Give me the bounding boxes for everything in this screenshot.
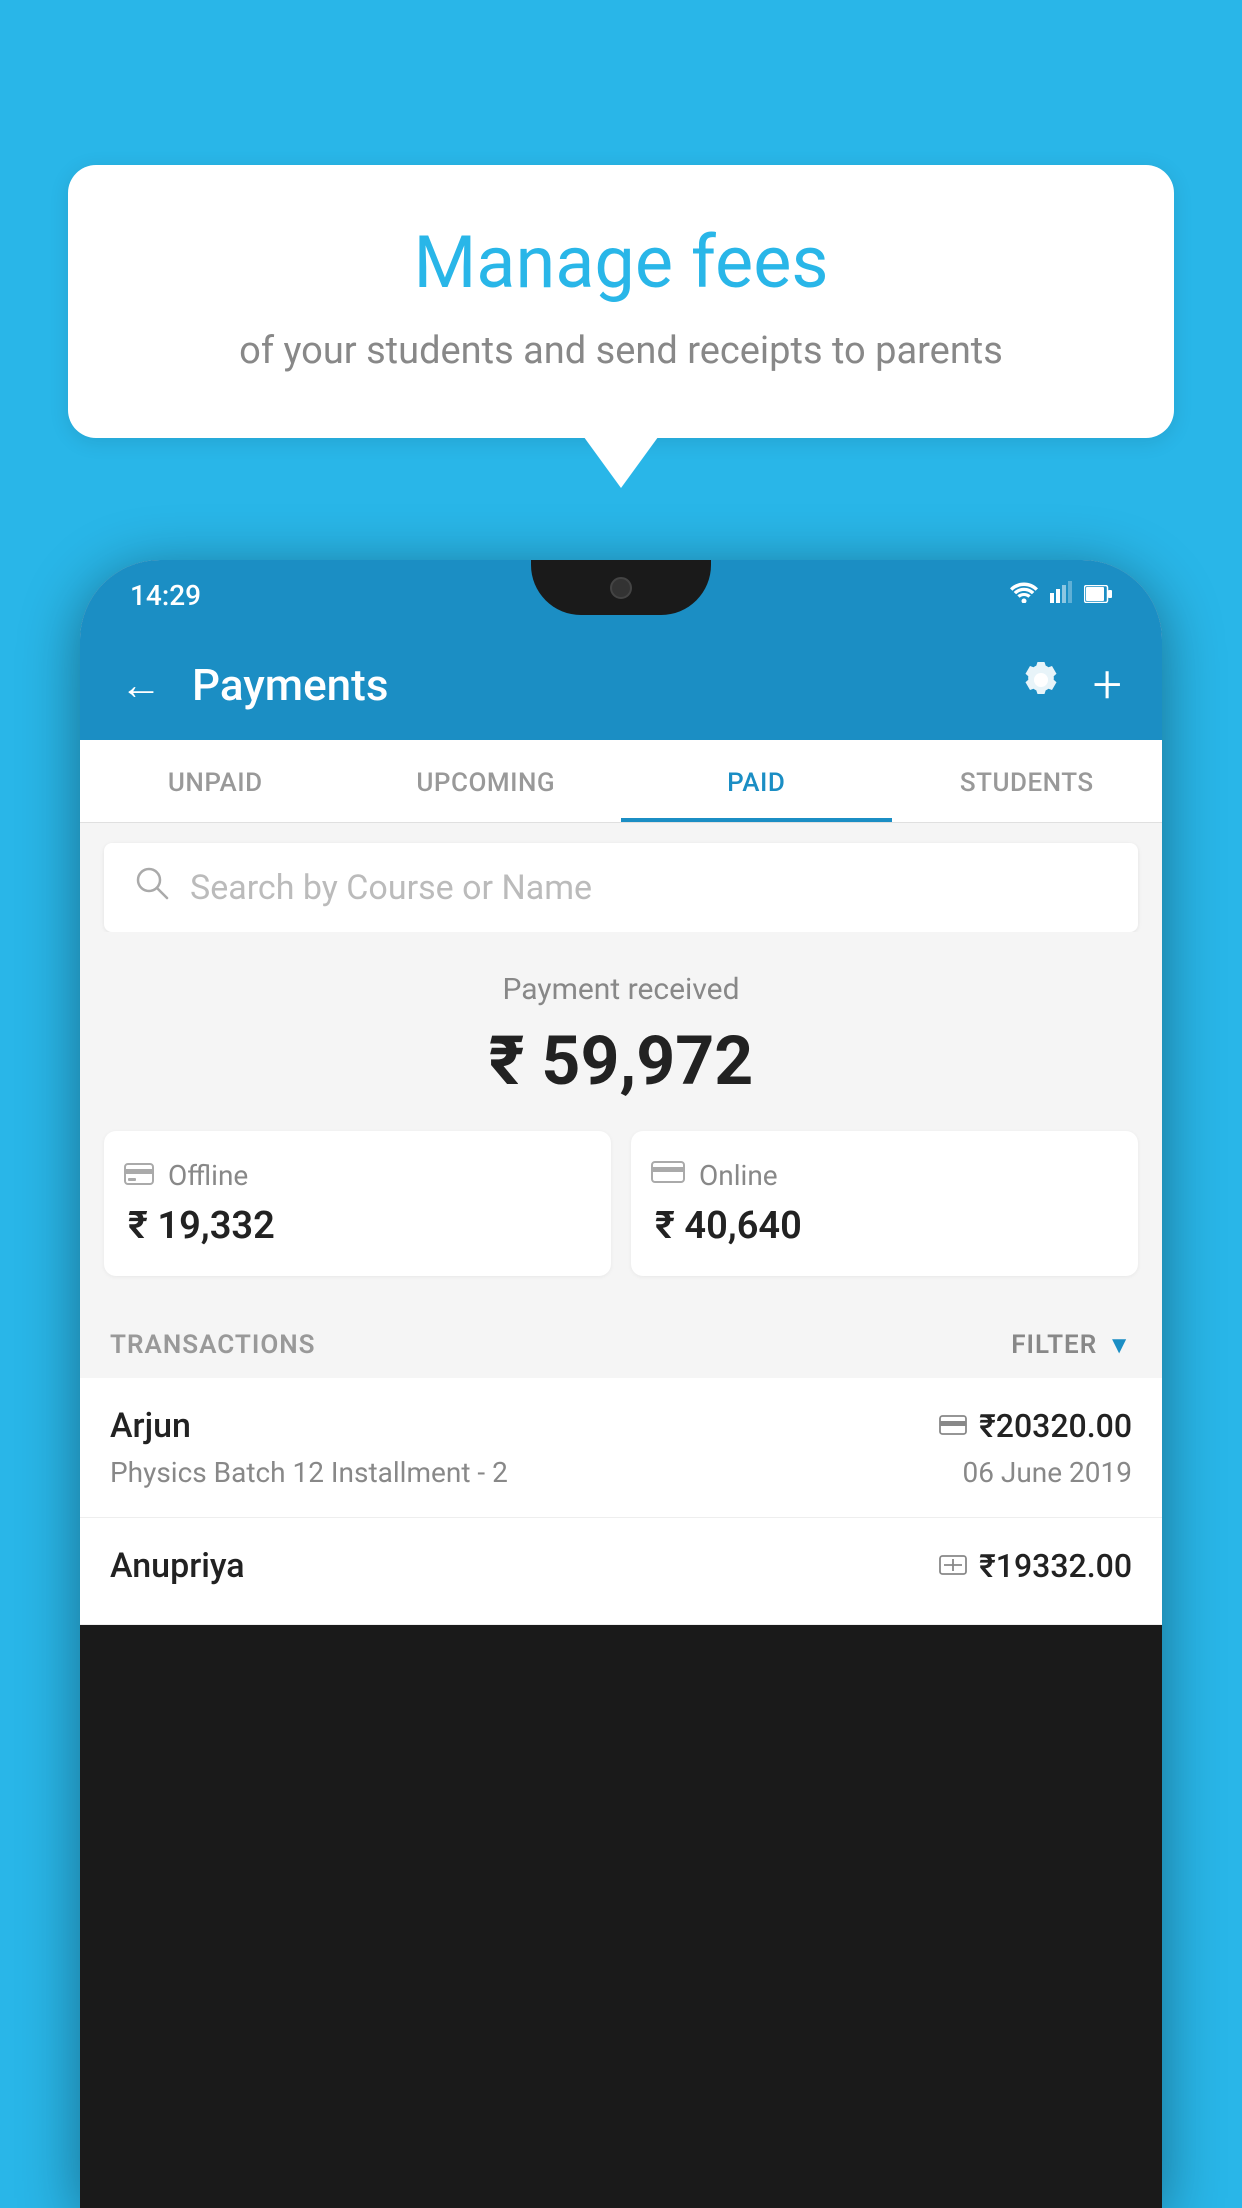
online-label: Online xyxy=(699,1159,778,1192)
offline-amount: ₹ 19,332 xyxy=(124,1204,591,1248)
transaction-row-top-2: Anupriya ₹19332.00 xyxy=(110,1546,1132,1586)
app-bar: ← Payments + xyxy=(80,630,1162,740)
phone-device: 14:29 xyxy=(80,560,1162,2208)
status-bar: 14:29 xyxy=(80,560,1162,630)
offline-label: Offline xyxy=(168,1159,248,1192)
settings-button[interactable] xyxy=(1019,658,1063,713)
online-icon xyxy=(651,1159,685,1192)
filter-label: FILTER xyxy=(1011,1330,1097,1360)
transactions-header: TRANSACTIONS FILTER ▼ xyxy=(80,1306,1162,1378)
transaction-name: Arjun xyxy=(110,1406,191,1446)
tab-upcoming[interactable]: UPCOMING xyxy=(351,740,622,822)
search-icon xyxy=(134,865,170,910)
transaction-item-arjun[interactable]: Arjun ₹20320.00 Physics Batch 12 Install… xyxy=(80,1378,1162,1518)
speech-bubble-title: Manage fees xyxy=(128,220,1114,305)
filter-icon: ▼ xyxy=(1107,1331,1132,1360)
transaction-amount-row-2: ₹19332.00 xyxy=(939,1547,1132,1585)
notch xyxy=(531,560,711,615)
online-payment-card: Online ₹ 40,640 xyxy=(631,1131,1138,1276)
app-bar-icons: + xyxy=(1019,658,1122,713)
transaction-row-bottom: Physics Batch 12 Installment - 2 06 June… xyxy=(110,1456,1132,1489)
payment-summary: Payment received ₹ 59,972 xyxy=(80,932,1162,1306)
transaction-payment-icon xyxy=(939,1409,967,1444)
online-amount: ₹ 40,640 xyxy=(651,1204,1118,1248)
transaction-payment-icon-2 xyxy=(939,1549,967,1584)
app-bar-title: Payments xyxy=(192,659,989,711)
content-area: Search by Course or Name Payment receive… xyxy=(80,823,1162,1625)
payment-cards: Offline ₹ 19,332 Online xyxy=(104,1131,1138,1276)
tab-unpaid[interactable]: UNPAID xyxy=(80,740,351,822)
signal-icon xyxy=(1050,581,1072,609)
transaction-item-anupriya[interactable]: Anupriya ₹19332.00 xyxy=(80,1518,1162,1625)
wifi-icon xyxy=(1010,581,1038,609)
back-button[interactable]: ← xyxy=(120,661,162,710)
transactions-label: TRANSACTIONS xyxy=(110,1330,316,1360)
transaction-date: 06 June 2019 xyxy=(962,1456,1132,1489)
offline-card-header: Offline xyxy=(124,1159,591,1192)
tab-paid[interactable]: PAID xyxy=(621,740,892,822)
offline-payment-card: Offline ₹ 19,332 xyxy=(104,1131,611,1276)
speech-bubble-subtitle: of your students and send receipts to pa… xyxy=(128,325,1114,378)
transaction-amount: ₹20320.00 xyxy=(979,1407,1132,1445)
camera-notch xyxy=(610,577,632,599)
transaction-row-top: Arjun ₹20320.00 xyxy=(110,1406,1132,1446)
phone-screen: 14:29 xyxy=(80,560,1162,1625)
status-icons xyxy=(1010,581,1112,609)
battery-icon xyxy=(1084,581,1112,609)
speech-bubble: Manage fees of your students and send re… xyxy=(68,165,1174,438)
online-card-header: Online xyxy=(651,1159,1118,1192)
add-button[interactable]: + xyxy=(1093,659,1122,711)
payment-label: Payment received xyxy=(104,972,1138,1007)
status-time: 14:29 xyxy=(130,579,201,612)
tab-bar: UNPAID UPCOMING PAID STUDENTS xyxy=(80,740,1162,823)
transaction-amount-2: ₹19332.00 xyxy=(979,1547,1132,1585)
transaction-name-2: Anupriya xyxy=(110,1546,245,1586)
search-bar[interactable]: Search by Course or Name xyxy=(104,843,1138,932)
payment-total-amount: ₹ 59,972 xyxy=(104,1021,1138,1101)
transaction-amount-row: ₹20320.00 xyxy=(939,1407,1132,1445)
filter-button[interactable]: FILTER ▼ xyxy=(1011,1330,1132,1360)
transaction-course: Physics Batch 12 Installment - 2 xyxy=(110,1456,508,1489)
offline-icon xyxy=(124,1159,154,1192)
search-input[interactable]: Search by Course or Name xyxy=(190,868,592,908)
tab-students[interactable]: STUDENTS xyxy=(892,740,1163,822)
